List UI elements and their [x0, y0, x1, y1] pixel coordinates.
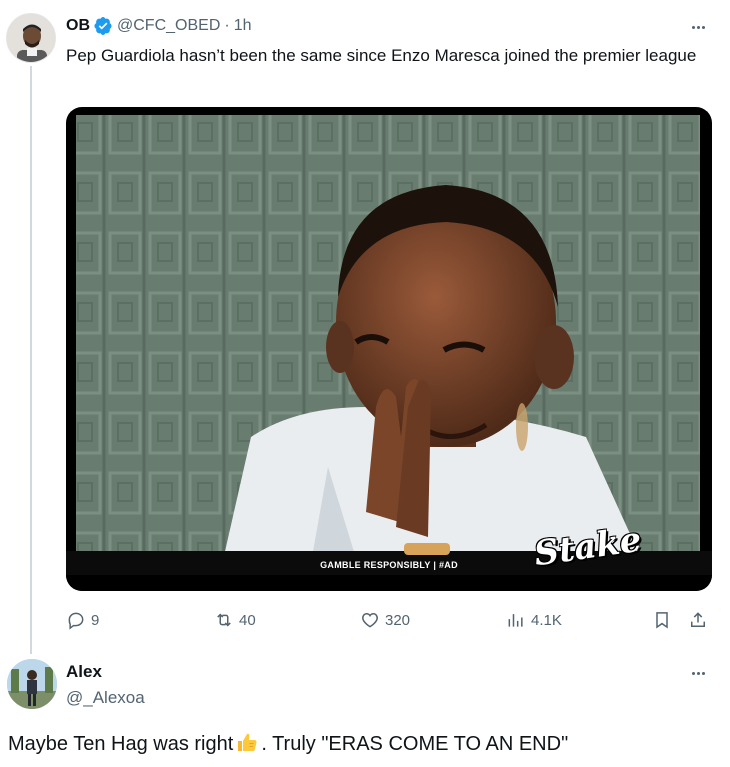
author-avatar-image — [7, 14, 55, 62]
reply-text: Maybe Ten Hag was right . Truly "ERAS COM… — [8, 730, 723, 758]
heart-icon — [362, 612, 378, 628]
views-button[interactable]: 4.1K — [506, 605, 562, 635]
like-button[interactable]: 320 — [360, 605, 410, 635]
share-icon — [691, 612, 705, 627]
reply-button[interactable]: 9 — [66, 605, 99, 635]
thumbs-up-emoji-icon — [238, 733, 257, 751]
repost-count: 40 — [239, 611, 256, 629]
views-count: 4.1K — [531, 611, 562, 629]
reply-author-name[interactable]: Alex — [66, 662, 102, 682]
repost-icon — [217, 613, 231, 627]
tweet-action-bar: 9 40 320 4.1K — [66, 605, 716, 635]
reply-more-options-icon[interactable] — [686, 662, 710, 684]
separator-dot: · — [224, 17, 230, 34]
reply-author-avatar[interactable] — [7, 659, 57, 709]
reply-author-handle[interactable]: @_Alexoa — [66, 688, 145, 708]
more-options-icon[interactable] — [686, 16, 710, 38]
tweet-timestamp[interactable]: 1h — [234, 17, 252, 35]
author-handle[interactable]: @CFC_OBED — [117, 17, 220, 35]
author-name[interactable]: OB — [66, 17, 90, 35]
media-frame — [66, 115, 712, 591]
author-avatar[interactable] — [6, 13, 56, 63]
thread-connector-line — [30, 66, 32, 654]
tweet-media-video[interactable]: GAMBLE RESPONSIBLY | #AD Stake — [66, 107, 712, 591]
reply-icon — [68, 612, 84, 630]
reply-avatar-image — [7, 659, 57, 709]
tweet-text: Pep Guardiola hasn’t been the same since… — [66, 46, 697, 65]
like-count: 320 — [385, 611, 411, 629]
bookmark-button[interactable] — [652, 605, 672, 635]
reply-text-end: . Truly "ERAS COME TO AN END" — [261, 733, 569, 755]
bookmark-icon — [656, 612, 668, 629]
share-button[interactable] — [688, 605, 708, 635]
reply-count: 9 — [91, 611, 100, 629]
reply-text-start: Maybe Ten Hag was right — [8, 733, 234, 755]
verified-badge-icon[interactable] — [93, 16, 113, 36]
tweet-header: OB @CFC_OBED · 1h — [66, 15, 252, 37]
views-analytics-icon — [508, 614, 523, 627]
repost-button[interactable]: 40 — [214, 605, 256, 635]
